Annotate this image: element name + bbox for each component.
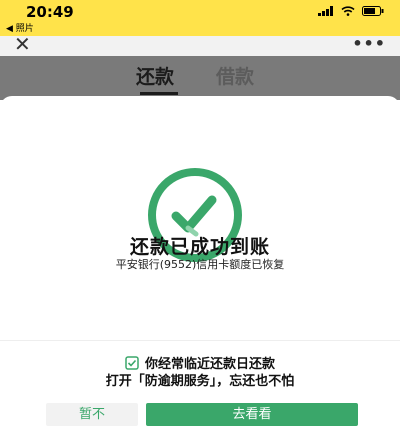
- divider: [0, 340, 400, 341]
- status-time: 20:49: [26, 3, 74, 21]
- status-bar: 20:49 ◀ 照片: [0, 0, 400, 37]
- battery-icon: [362, 6, 384, 16]
- promo-line2: 打开「防逾期服务」，忘还也不怕: [105, 374, 295, 389]
- status-icons: [318, 6, 384, 16]
- dimmed-tab-area: 还款 借款: [0, 56, 400, 100]
- success-title: 还款已成功到账: [129, 236, 270, 258]
- shield-check-icon: [125, 355, 139, 370]
- active-tab-indicator: [140, 92, 178, 95]
- success-subtitle: 平安银行(9552)信用卡额度已恢复: [115, 258, 285, 271]
- signal-icon: [318, 6, 333, 16]
- tab-repay[interactable]: 还款: [136, 62, 174, 89]
- wifi-icon: [341, 6, 355, 16]
- tab-borrow[interactable]: 借款: [216, 62, 254, 89]
- nav-bar: ✕ •••: [0, 34, 400, 56]
- dismiss-button[interactable]: 暂不: [46, 403, 138, 426]
- go-see-button[interactable]: 去看看: [146, 403, 358, 426]
- close-button[interactable]: ✕: [14, 34, 31, 54]
- more-options-button[interactable]: •••: [352, 34, 386, 54]
